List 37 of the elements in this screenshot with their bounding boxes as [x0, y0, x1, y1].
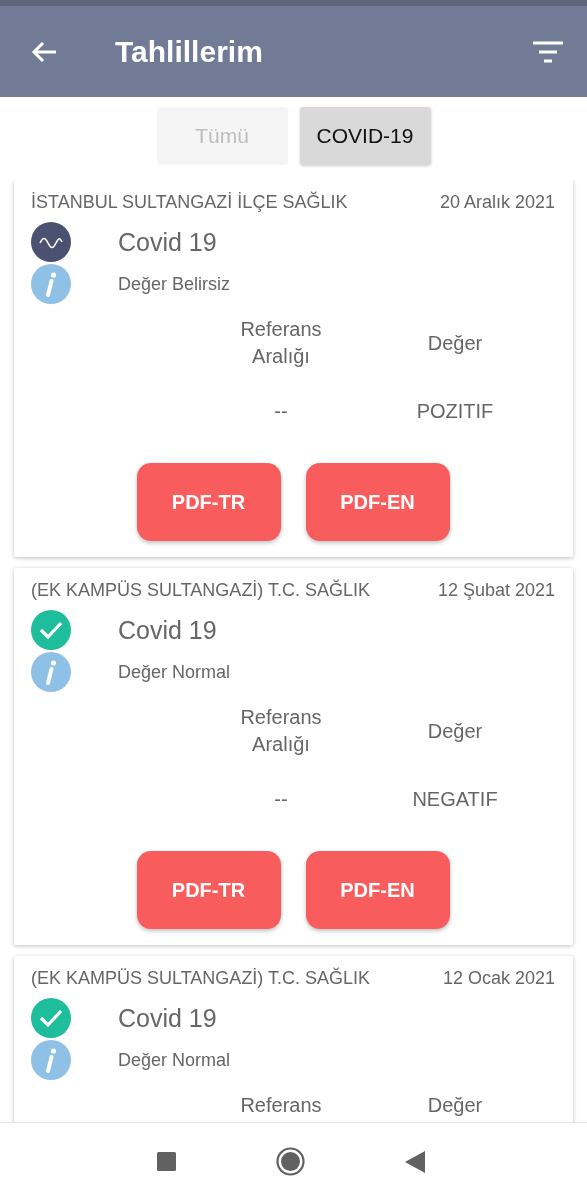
- institution-name: (EK KAMPÜS SULTANGAZİ) T.C. SAĞLIK: [31, 580, 371, 601]
- info-icon: [31, 264, 71, 304]
- pdf-button[interactable]: PDF-TR: [136, 463, 281, 541]
- result-date: 12 Şubat 2021: [437, 580, 555, 601]
- info-icon: [31, 652, 71, 692]
- pdf-button[interactable]: PDF-TR: [136, 851, 281, 929]
- result-note: Değer Normal: [118, 661, 231, 683]
- test-name: Covid 19: [118, 1003, 217, 1033]
- result-date: 20 Aralık 2021: [439, 192, 555, 213]
- back-icon[interactable]: [30, 39, 58, 64]
- column-header: Değer: [427, 719, 483, 743]
- result-note: Değer Belirsiz: [118, 273, 231, 295]
- test-name: Covid 19: [118, 615, 217, 645]
- home-icon[interactable]: [275, 1147, 305, 1176]
- filter-tab[interactable]: Tümü: [156, 107, 288, 165]
- test-name: Covid 19: [118, 227, 217, 257]
- institution-name: (EK KAMPÜS SULTANGAZİ) T.C. SAĞLIK: [31, 968, 371, 989]
- column-header: Referans Aralığı: [239, 705, 323, 757]
- column-header: Değer: [427, 1094, 483, 1117]
- screen-title: Tahlillerim: [115, 34, 264, 69]
- result-date: 12 Ocak 2021: [442, 968, 555, 989]
- column-header: Referans Aralığı: [239, 317, 323, 369]
- result-value: POZITIF: [416, 400, 494, 423]
- reference-range: --: [274, 788, 288, 811]
- back-nav-icon[interactable]: [404, 1150, 425, 1173]
- pdf-button[interactable]: PDF-EN: [305, 851, 450, 929]
- filter-tab[interactable]: COVID-19: [299, 107, 431, 165]
- reference-range: --: [274, 400, 288, 423]
- column-header: Değer: [427, 331, 483, 355]
- column-header: Referans: [239, 1093, 323, 1118]
- result-note: Değer Normal: [118, 1049, 231, 1071]
- filter-icon[interactable]: [533, 40, 563, 63]
- institution-name: İSTANBUL SULTANGAZİ İLÇE SAĞLIK: [31, 192, 348, 213]
- info-icon: [31, 1040, 71, 1080]
- recents-icon[interactable]: [156, 1152, 176, 1171]
- result-value: NEGATIF: [412, 788, 498, 811]
- pdf-button[interactable]: PDF-EN: [305, 463, 450, 541]
